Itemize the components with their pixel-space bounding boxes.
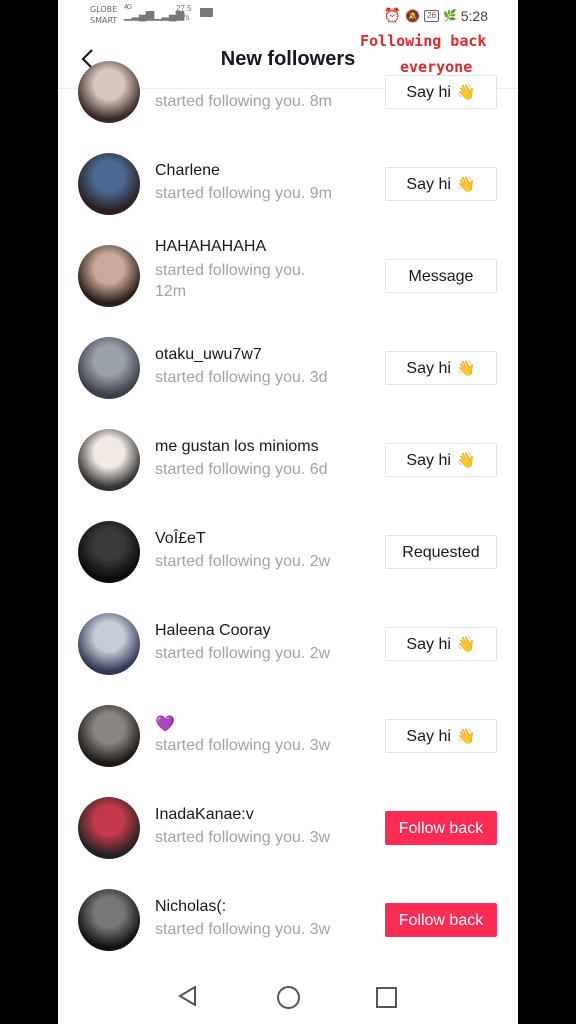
button-label: Say hi: [406, 360, 451, 377]
waving-hand-icon: 👋: [456, 176, 476, 193]
say-hi-button[interactable]: Say hi 👋: [385, 167, 497, 201]
follower-row[interactable]: 💜 started following you. 3w Say hi 👋: [58, 686, 518, 778]
button-label: Requested: [402, 544, 480, 561]
say-hi-button[interactable]: Say hi 👋: [385, 627, 497, 661]
avatar[interactable]: [78, 797, 140, 859]
avatar[interactable]: [78, 61, 140, 123]
battery-icon: 26: [424, 9, 440, 22]
alarm-icon: ⏰: [383, 7, 402, 23]
say-hi-button[interactable]: Say hi 👋: [385, 719, 497, 753]
follow-time-text: started following you. 3w: [155, 921, 331, 938]
phone-screen: GLOBE SMART 4G ▁▂▄▆ ▁▂▄▆ 27.5 K/s ⏰ 🔕 26…: [58, 0, 518, 1024]
button-label: Say hi: [406, 452, 451, 469]
follow-back-button[interactable]: Follow back: [385, 811, 497, 845]
follow-time-text: started following you. 2w: [155, 645, 331, 662]
follower-row[interactable]: Haleena Cooray started following you. 2w S…: [58, 594, 518, 686]
avatar[interactable]: [78, 429, 140, 491]
nav-home-button[interactable]: [277, 986, 300, 1009]
nav-recent-apps-button[interactable]: [376, 987, 397, 1008]
avatar[interactable]: [78, 613, 140, 675]
avatar[interactable]: [78, 889, 140, 951]
waving-hand-icon: 👋: [456, 728, 476, 745]
follower-name[interactable]: 💜: [155, 714, 175, 734]
speed-value: 27.5: [176, 4, 192, 13]
avatar[interactable]: [78, 337, 140, 399]
follower-name[interactable]: HAHAHAHAHA: [155, 238, 266, 256]
avatar[interactable]: [78, 153, 140, 215]
network-speed: 27.5 K/s: [176, 4, 192, 22]
waving-hand-icon: 👋: [456, 636, 476, 653]
system-nav-bar: [58, 968, 518, 1024]
follower-row[interactable]: Nicholas(: started following you. 3w Follo…: [58, 870, 518, 962]
say-hi-button[interactable]: Say hi 👋: [385, 443, 497, 477]
follow-back-button[interactable]: Follow back: [385, 903, 497, 937]
nav-back-button[interactable]: [178, 985, 198, 1011]
follower-name[interactable]: Charlene: [155, 162, 220, 180]
waving-hand-icon: 👋: [456, 452, 476, 469]
follower-name[interactable]: me gustan los minioms: [155, 438, 319, 456]
leaf-icon: 🌿: [443, 10, 457, 22]
carrier-bottom: SMART: [90, 16, 118, 25]
status-right: ⏰ 🔕 26 🌿 5:28: [384, 7, 488, 24]
follow-time-text: started following you. 3d: [155, 369, 328, 386]
caption-line-2: everyone: [400, 58, 473, 76]
follower-row[interactable]: otaku_uwu7w7started following you. 3d Say…: [58, 318, 518, 410]
caption-line-1: Following back: [360, 32, 487, 50]
follow-time-text: started following you. 3w: [155, 737, 331, 754]
carrier-label: GLOBE SMART: [90, 4, 117, 26]
speed-unit: K/s: [178, 13, 190, 22]
clock-time: 5:28: [460, 7, 488, 24]
avatar[interactable]: [78, 521, 140, 583]
video-camera-icon: [200, 8, 213, 17]
signal-icon-1: ▁▂▄▆: [124, 9, 154, 21]
follower-row[interactable]: InadaKanae:v started following you. 3w Fol…: [58, 778, 518, 870]
follower-name[interactable]: VoÎ£eT: [155, 530, 206, 548]
message-button[interactable]: Message: [385, 259, 497, 293]
mute-icon: 🔕: [405, 8, 421, 23]
avatar[interactable]: [78, 705, 140, 767]
follow-time-text: started following you. 6d: [155, 461, 328, 478]
follower-row[interactable]: me gustan los minioms started following y…: [58, 410, 518, 502]
button-label: Follow back: [398, 820, 484, 837]
waving-hand-icon: 👋: [456, 360, 476, 377]
follow-time-text: started following you. 8m: [155, 93, 332, 110]
requested-button[interactable]: Requested: [385, 535, 497, 569]
button-label: Message: [408, 268, 474, 285]
button-label: Say hi: [406, 176, 451, 193]
carrier-top: GLOBE: [90, 5, 118, 14]
follower-row[interactable]: HAHAHAHAHA started following you. 12m Mess…: [58, 226, 518, 318]
follower-row[interactable]: VoÎ£eT started following you. 2w Requested: [58, 502, 518, 594]
say-hi-button[interactable]: Say hi 👋: [385, 351, 497, 385]
follow-time-text: started following you. 12m: [155, 262, 306, 300]
follower-name[interactable]: otaku_uwu7w7: [155, 346, 262, 364]
caption-overlay: Following back everyone: [360, 28, 518, 80]
button-label: Say hi: [406, 84, 451, 101]
follower-name[interactable]: Haleena Cooray: [155, 622, 271, 640]
say-hi-button[interactable]: Say hi 👋: [385, 75, 497, 109]
waving-hand-icon: 👋: [456, 84, 476, 101]
follow-time-text: started following you. 2w: [155, 553, 331, 570]
follow-time-text: started following you. 9m: [155, 185, 332, 202]
follower-name[interactable]: Nicholas(:: [155, 898, 226, 916]
follow-time-text: started following you. 3w: [155, 829, 331, 846]
avatar[interactable]: [78, 245, 140, 307]
follower-row[interactable]: Charlene started following you. 9m Say hi 👋: [58, 134, 518, 226]
button-label: Follow back: [398, 912, 484, 929]
button-label: Say hi: [406, 728, 451, 745]
follower-name[interactable]: InadaKanae:v: [155, 806, 254, 824]
button-label: Say hi: [406, 636, 451, 653]
triangle-back-icon: [178, 985, 196, 1007]
